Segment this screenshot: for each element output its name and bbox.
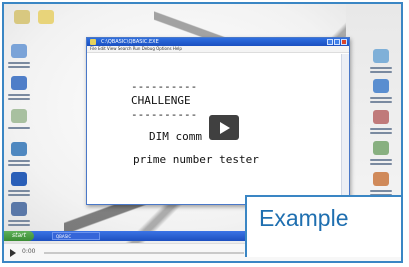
app-icon [373, 172, 389, 186]
browser-icon [11, 202, 27, 216]
app-icon [373, 110, 389, 124]
minimize-button[interactable] [327, 39, 333, 45]
window-menubar[interactable]: File Edit View Search Run Debug Options … [87, 46, 349, 53]
banner-text: Example [259, 205, 349, 231]
console-line: prime number tester [133, 153, 259, 166]
video-frame[interactable]: C:\QBASIC\QBASIC.EXE File Edit View Sear… [2, 2, 403, 263]
seek-bar[interactable] [44, 252, 244, 254]
window-titlebar[interactable]: C:\QBASIC\QBASIC.EXE [87, 38, 349, 46]
desktop-icon[interactable] [4, 142, 34, 170]
desktop-icon[interactable] [366, 79, 396, 107]
console-line: DIM comm [149, 130, 202, 143]
taskbar-item[interactable]: QBASIC [52, 232, 100, 240]
console-line: ---------- [131, 108, 198, 121]
desktop-icon[interactable] [31, 10, 61, 38]
window-title: C:\QBASIC\QBASIC.EXE [101, 39, 159, 45]
maximize-button[interactable] [334, 39, 340, 45]
console-line: ---------- [131, 80, 198, 93]
title-banner: Example [245, 195, 401, 257]
console-line: CHALLENGE [131, 94, 191, 107]
elapsed-time: 0:00 [22, 248, 36, 255]
close-button[interactable] [341, 39, 347, 45]
start-button[interactable]: start [4, 231, 34, 241]
bluetooth-icon [11, 172, 27, 186]
folder-icon [14, 10, 30, 24]
recycle-bin-icon [11, 109, 27, 123]
desktop-icon[interactable] [366, 141, 396, 169]
desktop-icon[interactable] [4, 202, 34, 230]
app-icon [373, 141, 389, 155]
desktop-icon[interactable] [4, 76, 34, 104]
desktop-icon[interactable] [4, 44, 34, 72]
desktop-icon[interactable] [366, 110, 396, 138]
desktop-icon[interactable] [366, 49, 396, 77]
window-scrollbar[interactable] [341, 54, 349, 204]
desktop-icon[interactable] [4, 109, 34, 137]
app-icon [373, 49, 389, 63]
app-icon [90, 39, 96, 45]
program-icon [11, 142, 27, 156]
app-icon [373, 79, 389, 93]
play-button[interactable] [209, 115, 239, 140]
folder-icon [38, 10, 54, 24]
play-icon[interactable] [10, 249, 16, 257]
desktop-icon[interactable] [4, 172, 34, 200]
computer-icon [11, 44, 27, 58]
network-icon [11, 76, 27, 90]
